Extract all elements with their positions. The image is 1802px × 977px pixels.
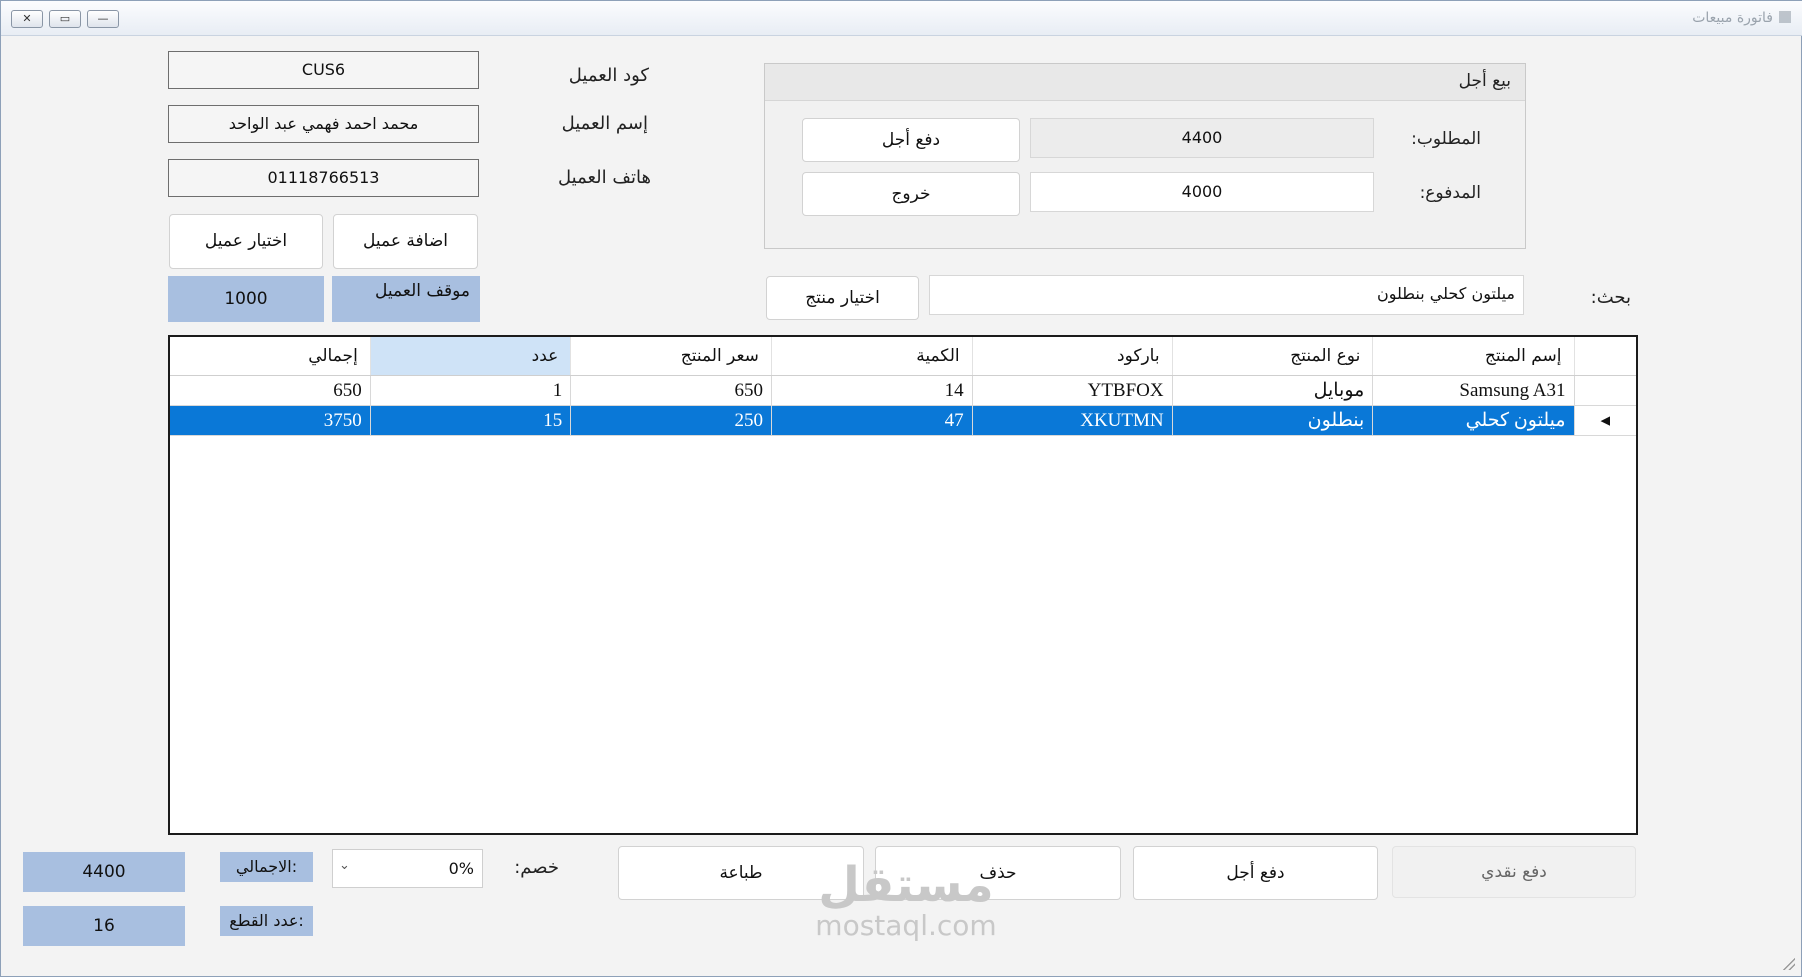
- search-input[interactable]: ميلتون كحلي بنطلون: [929, 275, 1524, 315]
- customer-name-label: إسم العميل: [561, 113, 648, 134]
- pay-later-button[interactable]: دفع أجل: [802, 118, 1020, 162]
- close-icon: ✕: [22, 12, 32, 25]
- select-customer-button[interactable]: اختيار عميل: [169, 214, 323, 269]
- products-table: إسم المنتج نوع المنتج باركود الكمية سعر …: [170, 337, 1636, 436]
- maximize-window-button[interactable]: ▭: [49, 10, 81, 28]
- total-label: الاجمالي:: [220, 852, 313, 882]
- cash-pay-button[interactable]: دفع نقدي: [1392, 846, 1636, 898]
- customer-balance-value: 1000: [168, 276, 324, 322]
- column-header-barcode[interactable]: باركود: [972, 337, 1173, 376]
- maximize-icon: ▭: [59, 12, 71, 25]
- credit-sale-title: بيع أجل: [1458, 71, 1511, 91]
- cell-product-type[interactable]: موبايل: [1172, 375, 1374, 406]
- cell-price[interactable]: 650: [570, 375, 772, 406]
- cell-total[interactable]: 3750: [170, 405, 371, 436]
- required-amount-field: 4400: [1030, 118, 1374, 158]
- minimize-window-button[interactable]: —: [87, 10, 119, 28]
- column-header-type[interactable]: نوع المنتج: [1172, 337, 1374, 376]
- cell-count[interactable]: 1: [370, 375, 572, 406]
- cell-count[interactable]: 15: [370, 405, 572, 436]
- credit-sale-group: بيع أجل المطلوب: 4400 دفع أجل المدفوع: 4…: [764, 63, 1526, 249]
- pieces-count-label: عدد القطع:: [220, 906, 313, 936]
- cell-quantity[interactable]: 14: [771, 375, 973, 406]
- table-row[interactable]: Samsung A31 موبايل YTBFOX 14 650 1 650: [170, 375, 1636, 406]
- discount-select[interactable]: 0% ⌄: [332, 849, 483, 888]
- table-row-selected[interactable]: ◂ ميلتون كحلي بنطلون XKUTMN 47 250 15 37…: [170, 405, 1636, 436]
- total-value: 4400: [23, 852, 185, 892]
- row-header-corner: [1574, 337, 1636, 376]
- cell-barcode[interactable]: XKUTMN: [972, 405, 1173, 436]
- customer-code-field[interactable]: CUS6: [168, 51, 479, 89]
- app-icon: [1779, 11, 1791, 23]
- discount-value: 0%: [448, 859, 474, 878]
- pieces-count-value: 16: [23, 906, 185, 946]
- customer-phone-field[interactable]: 01118766513: [168, 159, 479, 197]
- exit-button[interactable]: خروج: [802, 172, 1020, 216]
- column-header-total[interactable]: إجمالي: [170, 337, 371, 376]
- watermark-latin: mostaql.com: [815, 909, 997, 942]
- cell-product-type[interactable]: بنطلون: [1172, 405, 1374, 436]
- cell-barcode[interactable]: YTBFOX: [972, 375, 1173, 406]
- cell-price[interactable]: 250: [570, 405, 772, 436]
- add-customer-button[interactable]: اضافة عميل: [333, 214, 478, 269]
- cell-quantity[interactable]: 47: [771, 405, 973, 436]
- credit-sale-header: [765, 64, 1525, 101]
- customer-phone-label: هاتف العميل: [558, 167, 651, 188]
- watermark-arabic: مستقل: [818, 857, 994, 913]
- cell-product-name[interactable]: Samsung A31: [1372, 375, 1575, 406]
- column-header-price[interactable]: سعر المنتج: [570, 337, 772, 376]
- products-grid[interactable]: إسم المنتج نوع المنتج باركود الكمية سعر …: [168, 335, 1638, 835]
- required-label: المطلوب:: [1411, 129, 1481, 149]
- cell-total[interactable]: 650: [170, 375, 371, 406]
- title-bar: ✕ ▭ — فاتورة مبيعات: [1, 1, 1802, 36]
- search-label: بحث:: [1590, 287, 1631, 308]
- minimize-icon: —: [97, 12, 109, 25]
- discount-label: خصم:: [514, 857, 559, 878]
- column-header-name[interactable]: إسم المنتج: [1372, 337, 1575, 376]
- credit-pay-button[interactable]: دفع أجل: [1133, 846, 1378, 900]
- paid-label: المدفوع:: [1419, 183, 1481, 203]
- column-header-count[interactable]: عدد: [370, 337, 572, 376]
- mostaql-watermark: مستقل mostaql.com: [791, 859, 1021, 941]
- invoice-window: ✕ ▭ — فاتورة مبيعات CUS6 كود العميل محمد…: [0, 0, 1802, 977]
- resize-grip-icon[interactable]: [1783, 958, 1795, 970]
- select-product-button[interactable]: اختيار منتج: [766, 276, 919, 320]
- chevron-down-icon: ⌄: [339, 858, 350, 873]
- window-title: فاتورة مبيعات: [1692, 10, 1773, 26]
- row-header[interactable]: [1574, 375, 1636, 406]
- cell-product-name[interactable]: ميلتون كحلي: [1372, 405, 1575, 436]
- paid-amount-input[interactable]: 4000: [1030, 172, 1374, 212]
- customer-name-field[interactable]: محمد احمد فهمي عبد الواحد: [168, 105, 479, 143]
- customer-code-label: كود العميل: [568, 65, 649, 86]
- selected-row-marker-icon[interactable]: ◂: [1574, 405, 1636, 436]
- customer-balance-label: موقف العميل: [332, 276, 480, 322]
- column-header-quantity[interactable]: الكمية: [771, 337, 973, 376]
- table-header-row: إسم المنتج نوع المنتج باركود الكمية سعر …: [170, 337, 1636, 376]
- close-window-button[interactable]: ✕: [11, 10, 43, 28]
